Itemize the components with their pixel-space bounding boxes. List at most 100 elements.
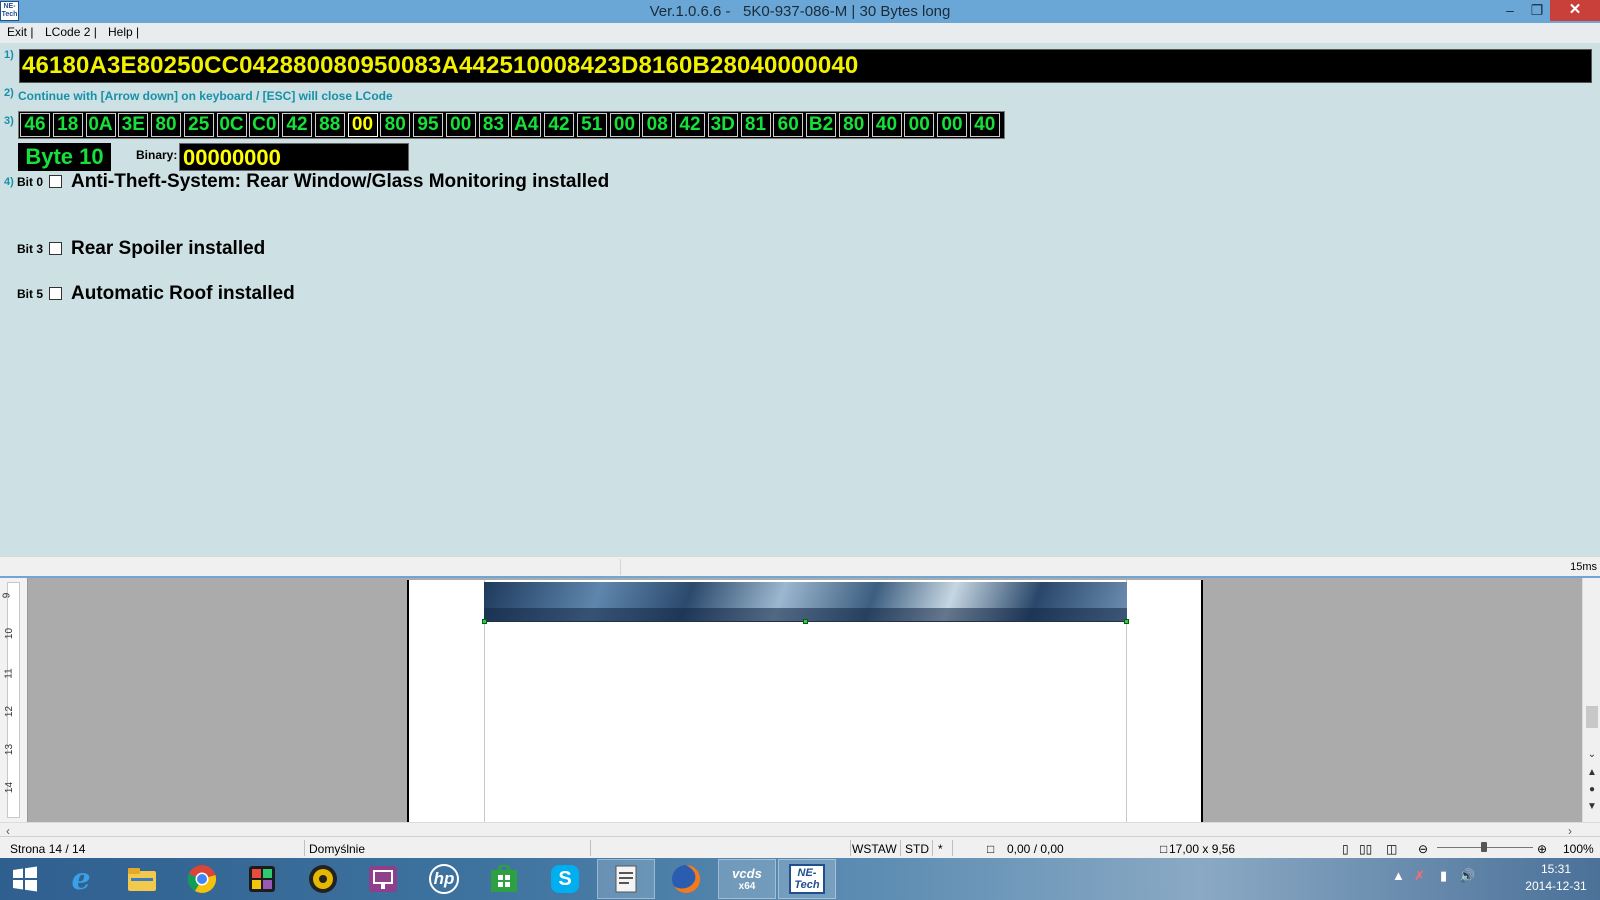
system-clock[interactable]: 15:31 2014-12-31 [1516,861,1596,895]
taskbar-paint-app[interactable] [233,859,291,899]
taskbar-internet-explorer[interactable]: e [52,859,110,899]
taskbar-skype[interactable]: S [536,859,594,899]
byte-cell[interactable]: 40 [871,113,902,137]
cursor-position: 0,00 / 0,00 [1007,842,1064,856]
byte-cell[interactable]: 40 [969,113,1000,137]
single-page-view-icon[interactable]: ▯ [1342,842,1349,856]
navigator-icon[interactable]: ● [1585,783,1599,796]
byte-cell[interactable]: 46 [20,113,50,137]
scroll-down-arrow-icon[interactable]: ⌄ [1585,748,1599,761]
multi-page-view-icon[interactable]: ▯▯ [1359,842,1372,856]
taskbar-document-app[interactable] [597,859,655,899]
status-divider [850,840,851,856]
clock-time: 15:31 [1540,862,1572,876]
zoom-level[interactable]: 100% [1563,842,1594,856]
byte-cell[interactable]: 08 [642,113,673,137]
taskbar-netech[interactable]: NE-Tech [778,859,836,899]
page-style[interactable]: Domyślnie [309,842,365,856]
byte-cell[interactable]: 00 [347,113,378,137]
timing-readout: 15ms [1570,561,1597,573]
zoom-in-icon[interactable]: ⊕ [1537,842,1547,856]
binary-value-field[interactable]: 00000000 [179,143,409,171]
selected-byte-label: Byte 10 [18,143,111,171]
menu-lcode2[interactable]: LCode 2 | [45,25,97,39]
taskbar-hp[interactable]: hp [415,859,473,899]
ruler-mark: 14 [4,781,16,794]
vertical-scrollbar[interactable]: ⌄ ▲ ● ▼ [1582,578,1600,822]
byte-cell[interactable]: 81 [740,113,771,137]
bit-row: Bit 3 Rear Spoiler installed [0,238,900,260]
taskbar-start[interactable] [0,859,54,899]
show-hidden-icons-icon[interactable]: ▲ [1392,868,1405,883]
taskbar-vcds[interactable]: vcds x64 [718,859,776,899]
taskbar-chrome[interactable] [173,859,231,899]
taskbar-file-explorer[interactable] [113,859,171,899]
byte-cell[interactable]: 95 [413,113,443,137]
minimize-button[interactable]: – [1496,0,1524,21]
taskbar-media-player[interactable] [294,859,352,899]
restore-button[interactable]: ❐ [1524,0,1550,21]
battery-icon[interactable]: ▮ [1440,868,1447,884]
bit-label: Bit 0 [17,175,44,189]
taskbar-store[interactable] [475,859,533,899]
bit-checkbox[interactable] [49,287,62,300]
byte-cell[interactable]: 80 [380,113,411,137]
byte-cell[interactable]: 00 [904,113,935,137]
embedded-screenshot-image[interactable] [484,582,1127,622]
taskbar-presentation-app[interactable] [354,859,412,899]
byte-cell[interactable]: 88 [314,113,345,137]
row-label-1: 1) [4,49,14,61]
byte-cell[interactable]: 0A [85,113,116,137]
menu-help[interactable]: Help | [108,25,139,39]
byte-cell[interactable]: 00 [445,113,476,137]
byte-cell[interactable]: 3E [118,113,149,137]
book-view-icon[interactable]: ◫ [1386,842,1397,856]
ruler-mark: 9 [1,592,13,599]
taskbar-firefox[interactable] [657,859,715,899]
status-divider [620,559,621,575]
presentation-app-icon [368,864,398,894]
byte-cell[interactable]: 80 [838,113,869,137]
byte-cell[interactable]: 51 [576,113,607,137]
selection-mode[interactable]: STD [905,842,929,856]
resize-handle[interactable] [482,619,487,624]
previous-page-icon[interactable]: ▲ [1585,766,1599,779]
zoom-slider-knob[interactable] [1481,842,1487,852]
byte-cell[interactable]: 25 [183,113,214,137]
byte-cell[interactable]: A4 [511,113,542,137]
byte-cell[interactable]: 80 [151,113,181,137]
byte-cell[interactable]: 00 [609,113,640,137]
byte-cell[interactable]: 42 [544,113,574,137]
insert-mode[interactable]: WSTAW [852,842,897,856]
byte-cell[interactable]: B2 [806,113,836,137]
bit-checkbox[interactable] [49,175,62,188]
start-icon [10,864,40,894]
bit-checkbox[interactable] [49,242,62,255]
byte-cell[interactable]: 42 [675,113,705,137]
resize-handle[interactable] [1124,619,1129,624]
volume-icon[interactable]: 🔊 [1459,868,1475,884]
menu-exit[interactable]: Exit | [7,25,33,39]
byte-cell[interactable]: 83 [478,113,509,137]
byte-cell[interactable]: 0C [216,113,247,137]
minimize-icon: – [1506,2,1514,18]
bit-description: Anti-Theft-System: Rear Window/Glass Mon… [71,171,610,192]
byte-cell[interactable]: 18 [52,113,83,137]
next-page-icon[interactable]: ▼ [1585,800,1599,813]
byte-cell[interactable]: 00 [937,113,967,137]
close-button[interactable]: ✕ [1550,0,1600,21]
byte-cell[interactable]: 42 [282,113,312,137]
binary-label: Binary: [136,148,178,162]
byte-cell[interactable]: 60 [773,113,804,137]
scroll-thumb[interactable] [1586,706,1598,728]
network-disconnected-icon[interactable]: ✗ [1414,868,1425,884]
coding-string-field[interactable]: 46180A3E80250CC042880080950083A442510008… [19,49,1592,83]
window-title: Ver.1.0.6.6 - 5K0-937-086-M | 30 Bytes l… [649,3,951,20]
bit-label: Bit 3 [17,242,44,256]
zoom-out-icon[interactable]: ⊖ [1418,842,1428,856]
byte-cell[interactable]: 3D [707,113,738,137]
bit-row: Bit 5 Automatic Roof installed [0,283,900,305]
windows-taskbar: e hp S vcds x64 NE-Tech ▲ ✗ ▮ 🔊 15:31 20… [0,858,1600,900]
resize-handle[interactable] [803,619,808,624]
byte-cell[interactable]: C0 [249,113,280,137]
